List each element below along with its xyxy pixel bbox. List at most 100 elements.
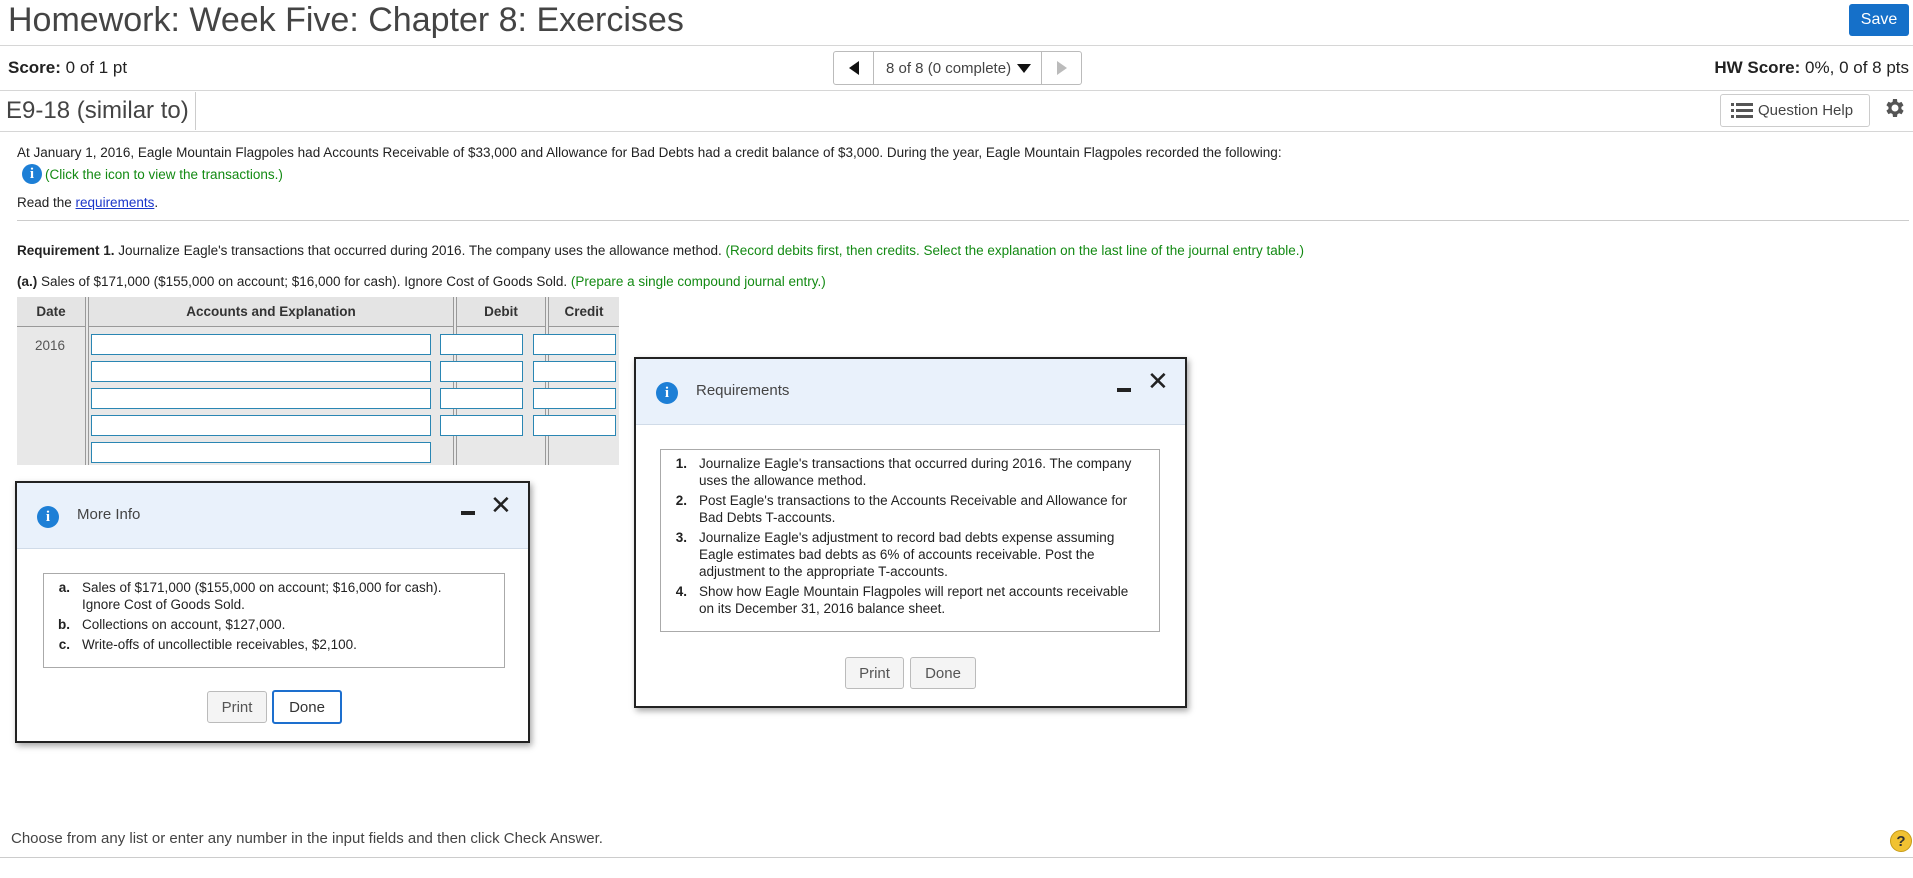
score-value: 0 of 1 pt	[65, 58, 128, 77]
account-input[interactable]	[91, 334, 431, 355]
credit-input[interactable]	[533, 361, 616, 382]
item-label: a.	[58, 580, 70, 595]
question-selector[interactable]: 8 of 8 (0 complete)	[874, 52, 1041, 84]
help-icon[interactable]: ?	[1890, 830, 1912, 852]
question-help-label: Question Help	[1758, 102, 1854, 119]
list-item: 2. Post Eagle's transactions to the Accou…	[661, 492, 1159, 526]
prev-arrow-icon	[848, 61, 859, 75]
requirements-list: 1. Journalize Eagle's transactions that o…	[660, 449, 1160, 632]
score-label: Score:	[8, 58, 61, 77]
transactions-info[interactable]: i (Click the icon to view the transactio…	[22, 164, 283, 184]
hw-score: HW Score: 0%, 0 of 8 pts	[1714, 58, 1909, 78]
prev-question-button[interactable]	[834, 52, 874, 84]
divider	[0, 857, 1913, 858]
minimize-icon[interactable]	[461, 511, 475, 515]
debit-input[interactable]	[440, 334, 523, 355]
list-item: 4. Show how Eagle Mountain Flagpoles will…	[661, 583, 1159, 617]
item-number: 1.	[675, 456, 687, 471]
info-icon[interactable]: i	[22, 164, 42, 184]
next-arrow-icon	[1056, 61, 1067, 75]
dialog-header[interactable]: i Requirements ✕	[636, 359, 1185, 425]
requirement-1: Requirement 1. Journalize Eagle's transa…	[17, 243, 1304, 258]
read-requirements: Read the requirements.	[17, 195, 158, 210]
close-icon[interactable]: ✕	[1147, 369, 1169, 395]
item-number: 4.	[675, 584, 687, 599]
credit-input[interactable]	[533, 415, 616, 436]
account-input[interactable]	[91, 388, 431, 409]
explanation-input[interactable]	[91, 442, 431, 463]
part-a: (a.) Sales of $171,000 ($155,000 on acco…	[17, 274, 826, 289]
requirements-dialog: i Requirements ✕ 1. Journalize Eagle's tr…	[634, 357, 1187, 708]
score: Score: 0 of 1 pt	[8, 58, 127, 78]
footer-instruction: Choose from any list or enter any number…	[11, 830, 603, 847]
question-id: E9-18 (similar to)	[0, 92, 196, 130]
transactions-list: a. Sales of $171,000 ($155,000 on account…	[43, 573, 505, 668]
divider	[0, 90, 1913, 91]
divider	[17, 220, 1909, 221]
question-navigator: 8 of 8 (0 complete)	[833, 51, 1083, 85]
dialog-header[interactable]: i More Info ✕	[17, 483, 528, 549]
item-label: b.	[58, 617, 70, 632]
col-credit: Credit	[549, 297, 619, 327]
info-icon: i	[37, 506, 59, 528]
done-button[interactable]: Done	[910, 657, 976, 689]
req1-label: Requirement 1.	[17, 243, 115, 258]
hw-score-label: HW Score:	[1714, 58, 1801, 77]
read-suffix: .	[154, 195, 159, 210]
print-button[interactable]: Print	[207, 691, 267, 723]
col-debit: Debit	[457, 297, 545, 327]
item-text: Write-offs of uncollectible receivables,…	[82, 637, 357, 652]
credit-input[interactable]	[533, 388, 616, 409]
credit-input[interactable]	[533, 334, 616, 355]
dialog-title: Requirements	[696, 382, 790, 399]
list-icon	[1731, 102, 1753, 118]
list-item: 1. Journalize Eagle's transactions that o…	[661, 455, 1159, 489]
req1-text: Journalize Eagle's transactions that occ…	[114, 243, 726, 258]
req1-instruction: (Record debits first, then credits. Sele…	[725, 243, 1305, 258]
question-status: 8 of 8 (0 complete)	[886, 59, 1012, 77]
list-item: 3. Journalize Eagle's adjustment to recor…	[661, 529, 1159, 580]
read-prefix: Read the	[17, 195, 76, 210]
journal-entry-table: Date Accounts and Explanation Debit Cred…	[17, 297, 619, 465]
part-a-instruction: (Prepare a single compound journal entry…	[570, 274, 826, 289]
col-date: Date	[17, 297, 85, 327]
item-number: 2.	[675, 493, 687, 508]
save-button[interactable]: Save	[1849, 4, 1909, 36]
click-icon-text: (Click the icon to view the transactions…	[45, 166, 283, 182]
gear-icon[interactable]	[1882, 96, 1906, 120]
item-label: c.	[58, 637, 70, 652]
dialog-title: More Info	[77, 506, 141, 523]
done-button[interactable]: Done	[272, 690, 342, 724]
dropdown-icon	[1017, 63, 1032, 73]
next-question-button[interactable]	[1041, 52, 1081, 84]
journal-year: 2016	[35, 338, 66, 353]
minimize-icon[interactable]	[1117, 388, 1131, 392]
hw-score-value: 0%, 0 of 8 pts	[1805, 58, 1909, 77]
debit-input[interactable]	[440, 415, 523, 436]
close-icon[interactable]: ✕	[490, 493, 512, 519]
item-text: Post Eagle's transactions to the Account…	[699, 493, 1128, 525]
more-info-dialog: i More Info ✕ a. Sales of $171,000 ($155,…	[15, 481, 530, 743]
debit-input[interactable]	[440, 361, 523, 382]
question-help-button[interactable]: Question Help	[1720, 94, 1870, 127]
item-text: Journalize Eagle's adjustment to record …	[699, 530, 1115, 579]
account-input[interactable]	[91, 361, 431, 382]
item-text: Journalize Eagle's transactions that occ…	[699, 456, 1132, 488]
list-item: b. Collections on account, $127,000.	[44, 616, 504, 633]
requirements-link[interactable]: requirements	[76, 195, 155, 210]
account-input[interactable]	[91, 415, 431, 436]
item-text: Sales of $171,000 ($155,000 on account; …	[82, 580, 442, 612]
col-accounts: Accounts and Explanation	[89, 297, 453, 327]
print-button[interactable]: Print	[845, 657, 904, 689]
item-text: Collections on account, $127,000.	[82, 617, 286, 632]
divider	[0, 131, 1913, 132]
item-text: Show how Eagle Mountain Flagpoles will r…	[699, 584, 1129, 616]
part-a-label: (a.)	[17, 274, 38, 289]
page-title: Homework: Week Five: Chapter 8: Exercise…	[8, 1, 684, 39]
divider	[0, 45, 1913, 46]
column-separator	[85, 297, 89, 465]
part-a-text: Sales of $171,000 ($155,000 on account; …	[37, 274, 571, 289]
debit-input[interactable]	[440, 388, 523, 409]
question-intro: At January 1, 2016, Eagle Mountain Flagp…	[17, 145, 1282, 160]
list-item: c. Write-offs of uncollectible receivable…	[44, 636, 504, 653]
